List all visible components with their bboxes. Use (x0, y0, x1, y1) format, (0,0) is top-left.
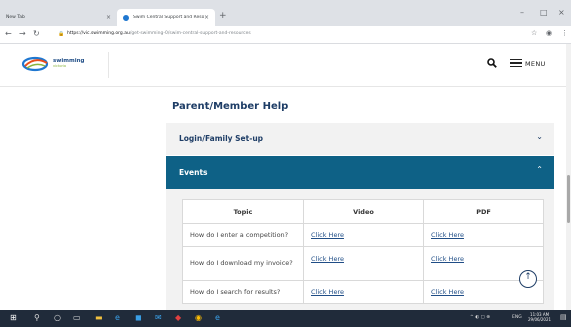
video-link[interactable]: Click Here (311, 288, 344, 296)
topic-cell: How do I search for results? (182, 280, 304, 304)
topic-cell: How do I enter a competition? (182, 223, 304, 247)
chevron-down-icon: ⌄ (536, 132, 543, 141)
accordion-login-family[interactable]: Login/Family Set-up ⌄ (166, 123, 554, 155)
table-row: How do I download my invoice? Click Here… (182, 246, 544, 281)
logo-swirl-icon (21, 56, 49, 72)
topic-cell: How do I download my invoice? (182, 246, 304, 281)
site-header: swimming victoria MENU (0, 44, 566, 87)
task-view-icon[interactable]: ▭ (73, 313, 81, 322)
tab-title: Swim Central Support and Reso... (133, 15, 204, 20)
logo-subtext: victoria (53, 64, 67, 68)
address-bar[interactable]: https://vic.swimming.org.au/get-swimming… (67, 31, 251, 36)
ie-icon[interactable]: e (215, 313, 220, 322)
accordion-label: Events (179, 168, 208, 177)
clock-date: 29/06/2021 (528, 317, 552, 322)
pdf-cell: Click Here (423, 223, 544, 247)
windows-start-icon[interactable]: ⊞ (10, 313, 17, 322)
main-content: Parent/Member Help Login/Family Set-up ⌄… (0, 88, 566, 310)
header-divider (108, 52, 109, 78)
video-cell: Click Here (303, 280, 424, 304)
app-icon[interactable]: ◆ (175, 313, 181, 322)
more-menu-icon[interactable]: ⋮ (561, 29, 568, 37)
close-window-icon[interactable]: × (558, 8, 565, 17)
table-row: How do I search for results? Click Here … (182, 280, 544, 304)
minimize-icon[interactable]: – (520, 8, 524, 17)
video-cell: Click Here (303, 223, 424, 247)
pdf-link[interactable]: Click Here (431, 288, 464, 296)
windows-taskbar: ⊞ ⚲ ○ ▭ ▬ e ◼ ✉ ◆ ◉ e ^ ◐ ▢ ⊕ ENG 11:03 … (0, 310, 571, 327)
video-link[interactable]: Click Here (311, 231, 344, 239)
accordion-events[interactable]: Events ⌃ (166, 156, 554, 189)
reload-icon[interactable]: ↻ (33, 29, 40, 38)
mail-icon[interactable]: ✉ (155, 313, 162, 322)
back-icon[interactable]: ← (5, 29, 12, 38)
notifications-icon[interactable]: ▤ (560, 313, 567, 321)
language-indicator[interactable]: ENG (512, 315, 522, 320)
swimming-victoria-logo[interactable]: swimming victoria (21, 54, 111, 74)
hamburger-menu-icon[interactable] (510, 56, 522, 68)
edge-icon[interactable]: e (115, 313, 120, 322)
table-row: How do I enter a competition? Click Here… (182, 223, 544, 247)
arrow-up-icon: ↑ (524, 272, 532, 282)
lock-icon: 🔒 (58, 31, 65, 37)
menu-button[interactable]: MENU (525, 60, 546, 68)
cortana-icon[interactable]: ○ (54, 313, 61, 322)
video-cell: Click Here (303, 246, 424, 281)
forward-icon[interactable]: → (19, 29, 26, 38)
close-tab-icon[interactable]: × (204, 14, 209, 21)
scrollbar-thumb[interactable] (567, 175, 570, 223)
search-icon[interactable] (487, 58, 497, 71)
search-icon[interactable]: ⚲ (34, 313, 40, 322)
system-tray-icons[interactable]: ^ ◐ ▢ ⊕ (470, 315, 490, 320)
browser-tab-strip: New Tab × Swim Central Support and Reso.… (0, 0, 571, 26)
store-icon[interactable]: ◼ (135, 313, 142, 322)
back-to-top-button[interactable]: ↑ (519, 270, 537, 288)
file-explorer-icon[interactable]: ▬ (95, 313, 103, 322)
accordion-label: Login/Family Set-up (179, 134, 264, 143)
url-base: https://vic.swimming.org.au (67, 31, 130, 36)
column-header-topic: Topic (182, 199, 304, 224)
events-help-table: Topic Video PDF How do I enter a competi… (182, 199, 544, 304)
video-link[interactable]: Click Here (311, 255, 344, 263)
tab-swim-central[interactable]: Swim Central Support and Reso... × (117, 9, 215, 26)
pdf-link[interactable]: Click Here (431, 255, 464, 263)
url-path: /get-swimming-0/swim-central-support-and… (129, 31, 251, 36)
column-header-pdf: PDF (423, 199, 544, 224)
maximize-icon[interactable]: □ (540, 8, 548, 17)
profile-icon[interactable]: ◉ (546, 29, 552, 37)
page-title: Parent/Member Help (172, 101, 289, 112)
tab-new-tab[interactable]: New Tab × (0, 9, 117, 26)
pdf-link[interactable]: Click Here (431, 231, 464, 239)
chevron-up-icon: ⌃ (536, 165, 543, 174)
column-header-video: Video (303, 199, 424, 224)
new-tab-icon[interactable]: + (219, 11, 227, 21)
bookmark-star-icon[interactable]: ☆ (531, 29, 537, 37)
tab-title: New Tab (6, 15, 25, 20)
chrome-icon[interactable]: ◉ (195, 313, 202, 322)
favicon-icon (123, 14, 129, 21)
browser-toolbar: ← → ↻ 🔒 https://vic.swimming.org.au/get-… (0, 26, 571, 44)
table-header-row: Topic Video PDF (182, 199, 544, 224)
taskbar-clock[interactable]: 11:03 AM 29/06/2021 (528, 312, 551, 322)
close-tab-icon[interactable]: × (106, 14, 111, 21)
